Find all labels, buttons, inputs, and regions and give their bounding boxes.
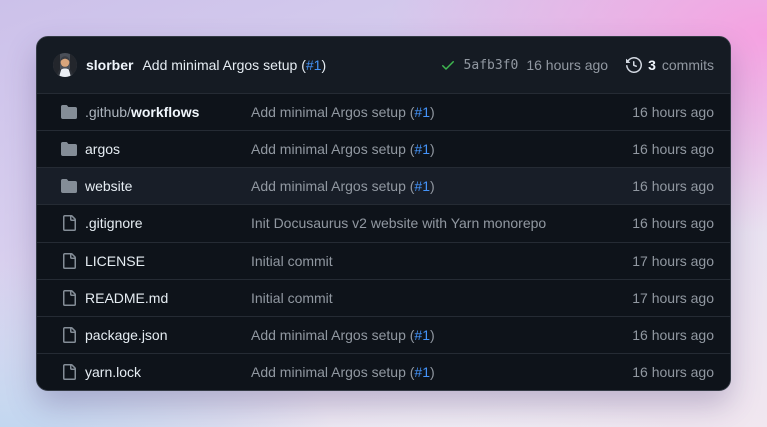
commits-count: 3 — [648, 57, 656, 73]
row-commit-message[interactable]: Add minimal Argos setup (#1) — [251, 364, 582, 380]
file-row: argos Add minimal Argos setup (#1) 16 ho… — [37, 130, 730, 167]
pr-link[interactable]: #1 — [414, 141, 430, 157]
row-time: 16 hours ago — [582, 104, 714, 120]
commit-author[interactable]: slorber — [86, 57, 133, 73]
repo-file-browser: slorber Add minimal Argos setup (#1) 5af… — [36, 36, 731, 391]
pr-link[interactable]: #1 — [414, 364, 430, 380]
file-row: README.md Initial commit 17 hours ago — [37, 279, 730, 316]
row-commit-message[interactable]: Add minimal Argos setup (#1) — [251, 327, 582, 343]
row-time: 17 hours ago — [582, 290, 714, 306]
pr-link[interactable]: #1 — [414, 327, 430, 343]
row-time: 16 hours ago — [582, 364, 714, 380]
file-row: package.json Add minimal Argos setup (#1… — [37, 316, 730, 353]
latest-commit-bar: slorber Add minimal Argos setup (#1) 5af… — [37, 37, 730, 93]
commits-link[interactable]: 3 commits — [626, 57, 714, 73]
row-time: 16 hours ago — [582, 178, 714, 194]
commit-hash[interactable]: 5afb3f0 — [464, 58, 519, 73]
file-icon — [53, 290, 85, 306]
file-name[interactable]: README.md — [85, 290, 251, 306]
file-icon — [53, 364, 85, 380]
row-commit-message[interactable]: Add minimal Argos setup (#1) — [251, 104, 582, 120]
file-row: website Add minimal Argos setup (#1) 16 … — [37, 167, 730, 204]
commit-message[interactable]: Add minimal Argos setup (#1) — [142, 57, 326, 73]
file-icon — [53, 215, 85, 231]
file-row: .github/workflows Add minimal Argos setu… — [37, 93, 730, 130]
row-time: 16 hours ago — [582, 215, 714, 231]
history-icon — [626, 57, 642, 73]
avatar-photo — [53, 53, 77, 77]
commit-meta: 5afb3f0 16 hours ago 3 commits — [440, 57, 714, 73]
row-commit-message[interactable]: Initial commit — [251, 253, 582, 269]
pr-link[interactable]: #1 — [414, 178, 430, 194]
check-icon[interactable] — [440, 57, 456, 73]
folder-icon — [53, 178, 85, 194]
file-list: .github/workflows Add minimal Argos setu… — [37, 93, 730, 390]
file-name[interactable]: website — [85, 178, 251, 194]
file-name[interactable]: .gitignore — [85, 215, 251, 231]
file-name[interactable]: LICENSE — [85, 253, 251, 269]
pr-link[interactable]: #1 — [414, 104, 430, 120]
file-name[interactable]: package.json — [85, 327, 251, 343]
row-time: 16 hours ago — [582, 327, 714, 343]
row-time: 17 hours ago — [582, 253, 714, 269]
file-name[interactable]: argos — [85, 141, 251, 157]
file-icon — [53, 327, 85, 343]
pr-link[interactable]: #1 — [306, 57, 322, 73]
file-row: LICENSE Initial commit 17 hours ago — [37, 242, 730, 279]
commits-label: commits — [662, 57, 714, 73]
file-row: yarn.lock Add minimal Argos setup (#1) 1… — [37, 353, 730, 390]
file-row: .gitignore Init Docusaurus v2 website wi… — [37, 204, 730, 241]
file-icon — [53, 253, 85, 269]
row-time: 16 hours ago — [582, 141, 714, 157]
commit-time: 16 hours ago — [526, 57, 608, 73]
folder-icon — [53, 141, 85, 157]
row-commit-message[interactable]: Init Docusaurus v2 website with Yarn mon… — [251, 215, 582, 231]
file-name[interactable]: yarn.lock — [85, 364, 251, 380]
row-commit-message[interactable]: Add minimal Argos setup (#1) — [251, 141, 582, 157]
folder-icon — [53, 104, 85, 120]
file-name[interactable]: .github/workflows — [85, 104, 251, 120]
row-commit-message[interactable]: Add minimal Argos setup (#1) — [251, 178, 582, 194]
row-commit-message[interactable]: Initial commit — [251, 290, 582, 306]
avatar[interactable] — [53, 53, 77, 77]
